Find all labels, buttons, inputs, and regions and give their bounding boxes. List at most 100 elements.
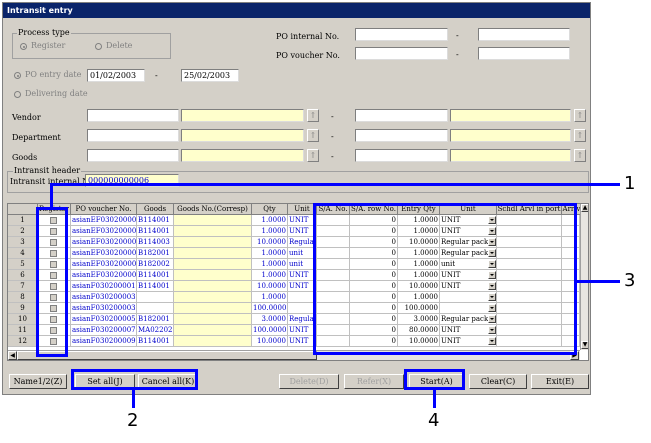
qty-cell[interactable]: 10.0000: [252, 281, 288, 292]
vertical-scrollbar[interactable]: ▲ ▼: [580, 204, 588, 350]
process-type-legend: Process type: [17, 28, 71, 37]
department-to-code-field[interactable]: [355, 129, 448, 142]
po-entry-date-to-field[interactable]: 25/02/2003: [181, 69, 239, 82]
department-from-search-button[interactable]: ↑: [307, 129, 319, 142]
goods-cell[interactable]: B114001: [137, 226, 174, 237]
goods-corresp-cell[interactable]: [174, 292, 252, 303]
qty-cell[interactable]: 3.0000: [252, 314, 288, 325]
po-voucher-cell[interactable]: asianF030200009: [71, 336, 137, 347]
goods-cell[interactable]: B182001: [137, 314, 174, 325]
col-header-goods-corresp[interactable]: Goods No.(Corresp): [174, 204, 252, 215]
goods-corresp-cell[interactable]: [174, 259, 252, 270]
qty-cell[interactable]: 1.0000: [252, 292, 288, 303]
qty-cell[interactable]: 1.0000: [252, 226, 288, 237]
delete-button[interactable]: Delete(D): [279, 374, 339, 389]
row-number: 1: [8, 215, 38, 226]
goods-from-code-field[interactable]: [87, 149, 179, 162]
po-entry-date-radio[interactable]: [14, 72, 21, 79]
vendor-to-search-button[interactable]: ↑: [574, 109, 586, 122]
goods-corresp-cell[interactable]: [174, 325, 252, 336]
po-voucher-to-field[interactable]: [478, 47, 570, 60]
department-from-code-field[interactable]: [87, 129, 179, 142]
scroll-left-arrow-icon[interactable]: ◀: [8, 351, 17, 360]
row-number: 5: [8, 259, 38, 270]
col-header-qty[interactable]: Qty: [252, 204, 288, 215]
po-voucher-cell[interactable]: asianEF030200001: [71, 215, 137, 226]
scroll-down-arrow-icon[interactable]: ▼: [581, 341, 588, 349]
window-title: Intransit entry: [3, 3, 590, 18]
department-to-search-button[interactable]: ↑: [574, 129, 586, 142]
col-header-po-voucher[interactable]: PO voucher No.: [71, 204, 137, 215]
goods-cell[interactable]: B114001: [137, 336, 174, 347]
goods-corresp-cell[interactable]: [174, 314, 252, 325]
po-voucher-cell[interactable]: asianEF030200001: [71, 259, 137, 270]
goods-cell[interactable]: B114003: [137, 237, 174, 248]
po-voucher-cell[interactable]: asianF030200003: [71, 292, 137, 303]
goods-cell[interactable]: B182001: [137, 248, 174, 259]
goods-corresp-cell[interactable]: [174, 248, 252, 259]
po-voucher-cell[interactable]: asianF030200003: [71, 303, 137, 314]
po-voucher-cell[interactable]: asianF030200005: [71, 314, 137, 325]
goods-from-name-field: [181, 149, 304, 162]
po-entry-date-label: PO entry date: [25, 70, 82, 79]
goods-cell[interactable]: MA02202: [137, 325, 174, 336]
goods-corresp-cell[interactable]: [174, 215, 252, 226]
goods-corresp-cell[interactable]: [174, 270, 252, 281]
goods-from-search-button[interactable]: ↑: [307, 149, 319, 162]
goods-corresp-cell[interactable]: [174, 303, 252, 314]
po-voucher-cell[interactable]: asianEF030200001: [71, 226, 137, 237]
set-cancel-buttons-highlight: [71, 369, 198, 390]
vendor-from-code-field[interactable]: [87, 109, 179, 122]
qty-cell[interactable]: 10.0000: [252, 237, 288, 248]
po-voucher-cell[interactable]: asianEF030200001: [71, 237, 137, 248]
goods-cell[interactable]: [137, 292, 174, 303]
qty-cell[interactable]: 1.0000: [252, 248, 288, 259]
register-radio[interactable]: [20, 43, 27, 50]
exit-button[interactable]: Exit(E): [531, 374, 589, 389]
qty-cell[interactable]: 1.0000: [252, 270, 288, 281]
po-internal-label: PO internal No.: [276, 32, 340, 41]
qty-cell[interactable]: 10.0000: [252, 336, 288, 347]
delete-radio[interactable]: [95, 43, 102, 50]
vendor-to-code-field[interactable]: [355, 109, 448, 122]
callout-1-line-v: [50, 183, 53, 208]
goods-to-search-button[interactable]: ↑: [574, 149, 586, 162]
goods-separator: -: [331, 152, 334, 161]
po-voucher-cell[interactable]: asianEF030200001: [71, 248, 137, 259]
row-number: 6: [8, 270, 38, 281]
po-entry-date-from-field[interactable]: 01/02/2003: [87, 69, 145, 82]
po-voucher-cell[interactable]: asianF030200001: [71, 281, 137, 292]
callout-1-line-h: [50, 183, 620, 186]
po-entry-date-separator: -: [155, 71, 158, 80]
goods-corresp-cell[interactable]: [174, 237, 252, 248]
clear-button[interactable]: Clear(C): [469, 374, 527, 389]
goods-corresp-cell[interactable]: [174, 281, 252, 292]
register-column-highlight: [36, 207, 68, 357]
goods-corresp-cell[interactable]: [174, 336, 252, 347]
qty-cell[interactable]: 100.0000: [252, 303, 288, 314]
goods-cell[interactable]: [137, 303, 174, 314]
col-header-goods[interactable]: Goods: [137, 204, 174, 215]
scroll-up-arrow-icon[interactable]: ▲: [581, 204, 588, 212]
name-toggle-button[interactable]: Name1/2(Z): [9, 374, 67, 389]
refer-button[interactable]: Refer(X): [344, 374, 404, 389]
po-voucher-cell[interactable]: asianF030200007: [71, 325, 137, 336]
callout-3-line: [577, 280, 620, 283]
po-voucher-from-field[interactable]: [355, 47, 448, 60]
goods-cell[interactable]: B182002: [137, 259, 174, 270]
goods-corresp-cell[interactable]: [174, 226, 252, 237]
goods-to-code-field[interactable]: [355, 149, 448, 162]
po-internal-from-field[interactable]: [355, 28, 448, 41]
qty-cell[interactable]: 1.0000: [252, 259, 288, 270]
goods-cell[interactable]: B114001: [137, 270, 174, 281]
qty-cell[interactable]: 100.0000: [252, 325, 288, 336]
qty-cell[interactable]: 1.0000: [252, 215, 288, 226]
po-voucher-cell[interactable]: asianEF030200001: [71, 270, 137, 281]
goods-cell[interactable]: B114001: [137, 215, 174, 226]
row-number: 7: [8, 281, 38, 292]
goods-cell[interactable]: B114001: [137, 281, 174, 292]
po-internal-to-field[interactable]: [478, 28, 570, 41]
register-radio-label: Register: [31, 41, 66, 50]
delivering-date-radio[interactable]: [14, 91, 21, 98]
vendor-from-search-button[interactable]: ↑: [307, 109, 319, 122]
